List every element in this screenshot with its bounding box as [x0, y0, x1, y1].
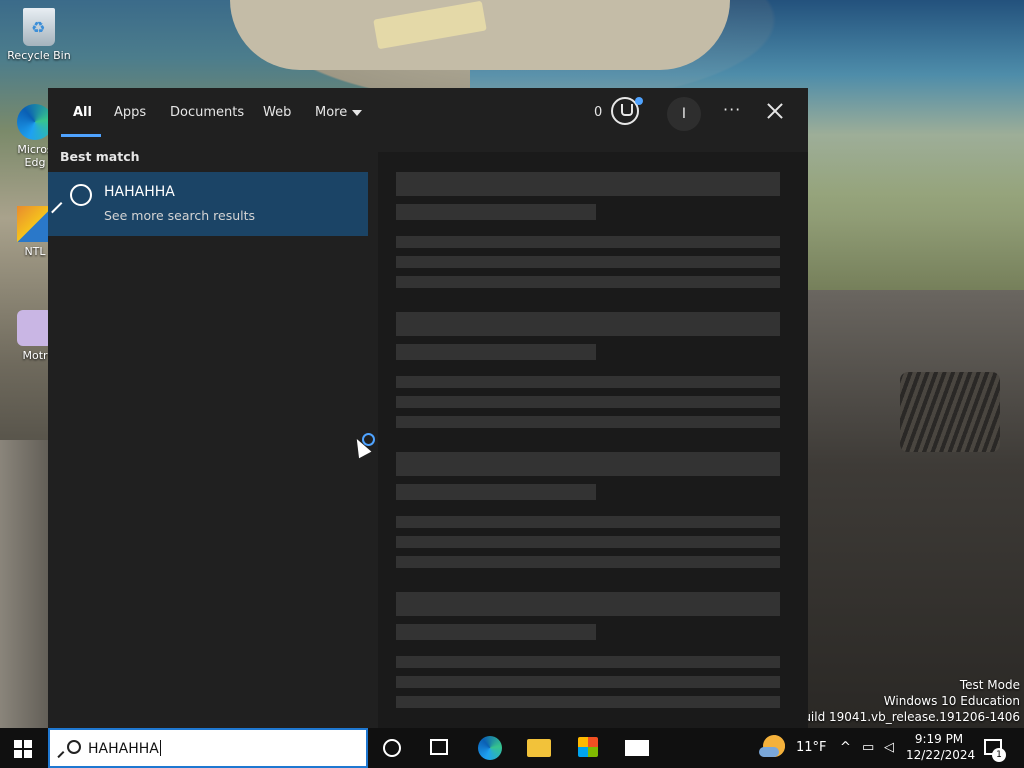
tab-more-label: More [315, 105, 348, 120]
rewards-points: 0 [594, 105, 603, 120]
watermark-line: Test Mode [959, 678, 1020, 692]
desktop-icon-recycle-bin[interactable]: Recycle Bin [4, 8, 74, 62]
search-panel: All Apps Documents Web More 0 I ··· Best… [48, 88, 808, 728]
network-icon[interactable]: ▭ [862, 740, 874, 755]
search-icon [58, 182, 92, 214]
skeleton-block [396, 624, 596, 640]
clock-date: 12/22/2024 [906, 748, 976, 762]
file-explorer-icon[interactable] [527, 739, 551, 757]
test-mode-watermark: Test Mode Windows 10 Education Build 190… [795, 677, 1020, 725]
desktop-icon-label: Recycle Bin [7, 49, 71, 62]
skeleton-block [396, 344, 596, 360]
chevron-up-icon[interactable]: ^ [840, 740, 851, 755]
volume-muted-icon[interactable]: ◁ [884, 740, 894, 755]
taskbar-search-input[interactable]: HAHAHHA [48, 728, 368, 768]
skeleton-block [396, 676, 780, 688]
search-input-text: HAHAHHA [88, 740, 161, 757]
skeleton-block [396, 516, 780, 528]
wallpaper-dashboard [800, 290, 1024, 728]
skeleton-block [396, 236, 780, 248]
skeleton-block [396, 452, 780, 476]
weather-temperature[interactable]: 11°F [796, 740, 827, 755]
mail-icon[interactable] [625, 740, 649, 756]
skeleton-block [396, 276, 780, 288]
windows-logo-icon [24, 740, 32, 748]
skeleton-block [396, 656, 780, 668]
best-match-title: HAHAHHA [104, 184, 175, 200]
microsoft-store-icon[interactable] [578, 737, 598, 757]
taskbar: HAHAHHA 11°F ^ ▭ ◁ 9:19 PM 12/22/2024 1 [0, 728, 1024, 768]
skeleton-block [396, 312, 780, 336]
active-tab-indicator [61, 134, 101, 137]
notification-dot-icon [635, 97, 643, 105]
edge-taskbar-icon[interactable] [478, 736, 502, 760]
close-icon[interactable] [765, 101, 785, 121]
notification-count-badge: 1 [992, 748, 1006, 762]
skeleton-block [396, 592, 780, 616]
best-match-result[interactable]: HAHAHHA See more search results [48, 172, 368, 236]
skeleton-block [396, 204, 596, 220]
search-input-value: HAHAHHA [88, 741, 159, 757]
tab-documents[interactable]: Documents [170, 105, 244, 120]
skeleton-block [396, 536, 780, 548]
skeleton-block [396, 376, 780, 388]
best-match-heading: Best match [60, 149, 140, 164]
search-icon [60, 739, 81, 759]
windows-logo-icon [24, 750, 32, 758]
recycle-bin-icon [23, 8, 55, 46]
windows-logo-icon [14, 740, 22, 748]
windows-logo-icon [14, 750, 22, 758]
skeleton-block [396, 172, 780, 196]
clock-time: 9:19 PM [914, 732, 964, 746]
tab-web[interactable]: Web [263, 105, 291, 120]
account-avatar-button[interactable]: I [667, 97, 701, 131]
chevron-down-icon [352, 109, 363, 116]
watermark-line: Windows 10 Education [883, 694, 1020, 708]
start-button[interactable] [14, 740, 32, 758]
task-view-icon[interactable] [430, 739, 448, 755]
skeleton-block [396, 696, 780, 708]
busy-spinner-icon [362, 433, 375, 446]
wallpaper-vent [900, 372, 1000, 452]
cortana-icon[interactable] [383, 739, 401, 757]
skeleton-block [396, 416, 780, 428]
tab-apps[interactable]: Apps [114, 105, 146, 120]
tab-all[interactable]: All [73, 105, 92, 120]
more-options-button[interactable]: ··· [723, 100, 741, 119]
taskbar-clock[interactable]: 9:19 PM 12/22/2024 [906, 731, 976, 763]
skeleton-block [396, 556, 780, 568]
watermark-line: Build 19041.vb_release.191206-1406 [795, 710, 1020, 724]
best-match-subtitle: See more search results [104, 208, 256, 223]
skeleton-block [396, 484, 596, 500]
text-caret [159, 740, 161, 756]
weather-night-icon[interactable] [759, 735, 785, 757]
search-tabs-bar: All Apps Documents Web More 0 I ··· [48, 88, 808, 138]
tab-more[interactable]: More [315, 105, 363, 120]
preview-pane-loading [378, 152, 808, 728]
skeleton-block [396, 396, 780, 408]
skeleton-block [396, 256, 780, 268]
